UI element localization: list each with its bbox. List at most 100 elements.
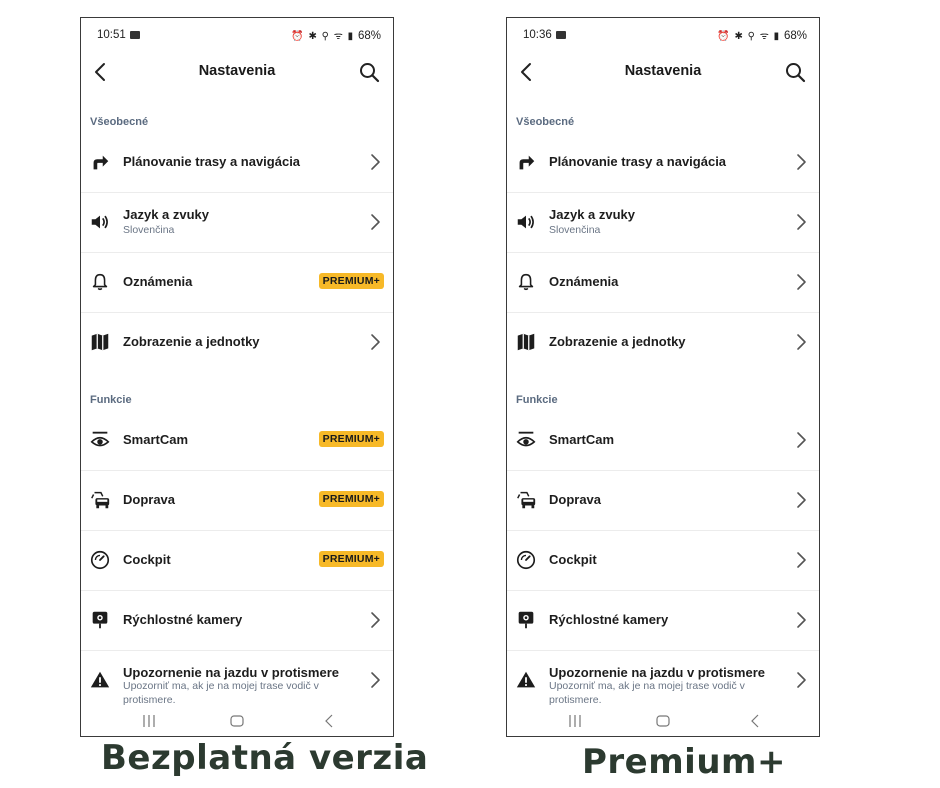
- row-label: Oznámenia: [549, 274, 619, 289]
- row-label: SmartCam: [123, 432, 189, 447]
- chevron-right-icon: [791, 430, 811, 450]
- row-label: Rýchlostné kamery: [123, 612, 243, 627]
- chevron-right-icon: [791, 550, 811, 570]
- settings-row-cockpit[interactable]: Cockpit: [507, 530, 819, 591]
- recent-apps-icon[interactable]: [567, 714, 583, 728]
- caption-free-version: Bezplatná verzia: [101, 738, 429, 778]
- section-label-features: Funkcie: [516, 394, 558, 406]
- eye-camera-icon: [89, 429, 111, 451]
- battery-level: 68%: [357, 30, 381, 42]
- speaker-icon: [515, 211, 537, 233]
- search-icon[interactable]: [357, 60, 381, 84]
- row-subtitle: Slovenčina: [123, 224, 175, 236]
- row-subtitle: Upozorniť ma, ak je na mojej trase vodič…: [549, 680, 745, 706]
- speed-camera-icon: [89, 609, 111, 631]
- home-icon[interactable]: [230, 715, 244, 727]
- chevron-right-icon: [365, 212, 385, 232]
- chevron-right-icon: [365, 152, 385, 172]
- page-title: Nastavenia: [624, 63, 702, 79]
- settings-row-wrong-way-warning[interactable]: Upozornenie na jazdu v protismere Upozor…: [81, 650, 393, 710]
- settings-row-traffic[interactable]: Doprava PREMIUM+: [81, 470, 393, 531]
- row-label: Plánovanie trasy a navigácia: [123, 154, 301, 169]
- speedometer-icon: [515, 549, 537, 571]
- system-nav-bar: [81, 708, 393, 736]
- home-icon[interactable]: [656, 715, 670, 727]
- bell-icon: [89, 271, 111, 293]
- row-label: Zobrazenie a jednotky: [549, 334, 686, 349]
- row-label: Upozornenie na jazdu v protismere: [123, 665, 339, 680]
- map-icon: [89, 331, 111, 353]
- page-title: Nastavenia: [198, 63, 276, 79]
- phone-screen-free: 10:51 ⏰ ✱ ⚲ ᯤ ▮ 68% Nastavenia Všeobecné…: [80, 17, 394, 737]
- row-label: Doprava: [123, 492, 176, 507]
- status-bar: 10:36 ⏰ ✱ ⚲ ᯤ ▮ 68%: [507, 18, 819, 54]
- recent-apps-icon[interactable]: [141, 714, 157, 728]
- row-subtitle: Upozorniť ma, ak je na mojej trase vodič…: [123, 680, 319, 706]
- app-bar: Nastavenia: [81, 58, 393, 86]
- cast-icon: [129, 31, 140, 39]
- cast-icon: [555, 31, 566, 39]
- map-icon: [515, 331, 537, 353]
- speedometer-icon: [89, 549, 111, 571]
- cars-icon: [89, 489, 111, 511]
- turn-right-arrow-icon: [89, 151, 111, 173]
- chevron-right-icon: [365, 610, 385, 630]
- caption-premium: Premium+: [582, 742, 786, 782]
- row-label: Rýchlostné kamery: [549, 612, 669, 627]
- row-label: Doprava: [549, 492, 602, 507]
- settings-row-route-planning[interactable]: Plánovanie trasy a navigácia: [81, 132, 393, 193]
- app-bar: Nastavenia: [507, 58, 819, 86]
- settings-row-cockpit[interactable]: Cockpit PREMIUM+: [81, 530, 393, 591]
- warning-icon: [515, 669, 537, 691]
- status-time: 10:36: [523, 29, 552, 41]
- chevron-right-icon: [365, 332, 385, 352]
- settings-row-speed-cameras[interactable]: Rýchlostné kamery: [507, 590, 819, 651]
- settings-row-smartcam[interactable]: SmartCam PREMIUM+: [81, 410, 393, 471]
- warning-icon: [89, 669, 111, 691]
- chevron-right-icon: [791, 272, 811, 292]
- speaker-icon: [89, 211, 111, 233]
- settings-row-display-units[interactable]: Zobrazenie a jednotky: [507, 312, 819, 372]
- row-label: Jazyk a zvuky: [549, 207, 636, 222]
- row-label: Plánovanie trasy a navigácia: [549, 154, 727, 169]
- nav-back-icon[interactable]: [323, 714, 335, 728]
- row-label: Zobrazenie a jednotky: [123, 334, 260, 349]
- phone-screen-premium: 10:36 ⏰ ✱ ⚲ ᯤ ▮ 68% Nastavenia Všeobecné…: [506, 17, 820, 737]
- cars-icon: [515, 489, 537, 511]
- row-label: Cockpit: [549, 552, 597, 567]
- settings-row-speed-cameras[interactable]: Rýchlostné kamery: [81, 590, 393, 651]
- row-label: Upozornenie na jazdu v protismere: [549, 665, 765, 680]
- settings-row-language-sounds[interactable]: Jazyk a zvuky Slovenčina: [507, 192, 819, 253]
- row-label: Cockpit: [123, 552, 171, 567]
- eye-camera-icon: [515, 429, 537, 451]
- nav-back-icon[interactable]: [749, 714, 761, 728]
- premium-badge: PREMIUM+: [318, 431, 384, 447]
- settings-row-route-planning[interactable]: Plánovanie trasy a navigácia: [507, 132, 819, 193]
- chevron-right-icon: [791, 610, 811, 630]
- search-icon[interactable]: [783, 60, 807, 84]
- status-icons: ⏰ ✱ ⚲ ᯤ ▮ 68%: [717, 30, 807, 42]
- chevron-right-icon: [791, 332, 811, 352]
- system-nav-bar: [507, 708, 819, 736]
- section-label-general: Všeobecné: [516, 116, 575, 128]
- chevron-right-icon: [791, 670, 811, 690]
- premium-badge: PREMIUM+: [318, 273, 384, 289]
- chevron-right-icon: [791, 152, 811, 172]
- chevron-right-icon: [791, 490, 811, 510]
- status-time: 10:51: [97, 29, 126, 41]
- settings-row-wrong-way-warning[interactable]: Upozornenie na jazdu v protismere Upozor…: [507, 650, 819, 710]
- row-label: Oznámenia: [123, 274, 193, 289]
- row-label: Jazyk a zvuky: [123, 207, 210, 222]
- settings-row-smartcam[interactable]: SmartCam: [507, 410, 819, 471]
- row-subtitle: Slovenčina: [549, 224, 601, 236]
- settings-row-language-sounds[interactable]: Jazyk a zvuky Slovenčina: [81, 192, 393, 253]
- status-bar: 10:51 ⏰ ✱ ⚲ ᯤ ▮ 68%: [81, 18, 393, 54]
- settings-row-notifications[interactable]: Oznámenia PREMIUM+: [81, 252, 393, 313]
- premium-badge: PREMIUM+: [318, 551, 384, 567]
- premium-badge: PREMIUM+: [318, 491, 384, 507]
- settings-row-traffic[interactable]: Doprava: [507, 470, 819, 531]
- settings-row-notifications[interactable]: Oznámenia: [507, 252, 819, 313]
- bell-icon: [515, 271, 537, 293]
- settings-row-display-units[interactable]: Zobrazenie a jednotky: [81, 312, 393, 372]
- turn-right-arrow-icon: [515, 151, 537, 173]
